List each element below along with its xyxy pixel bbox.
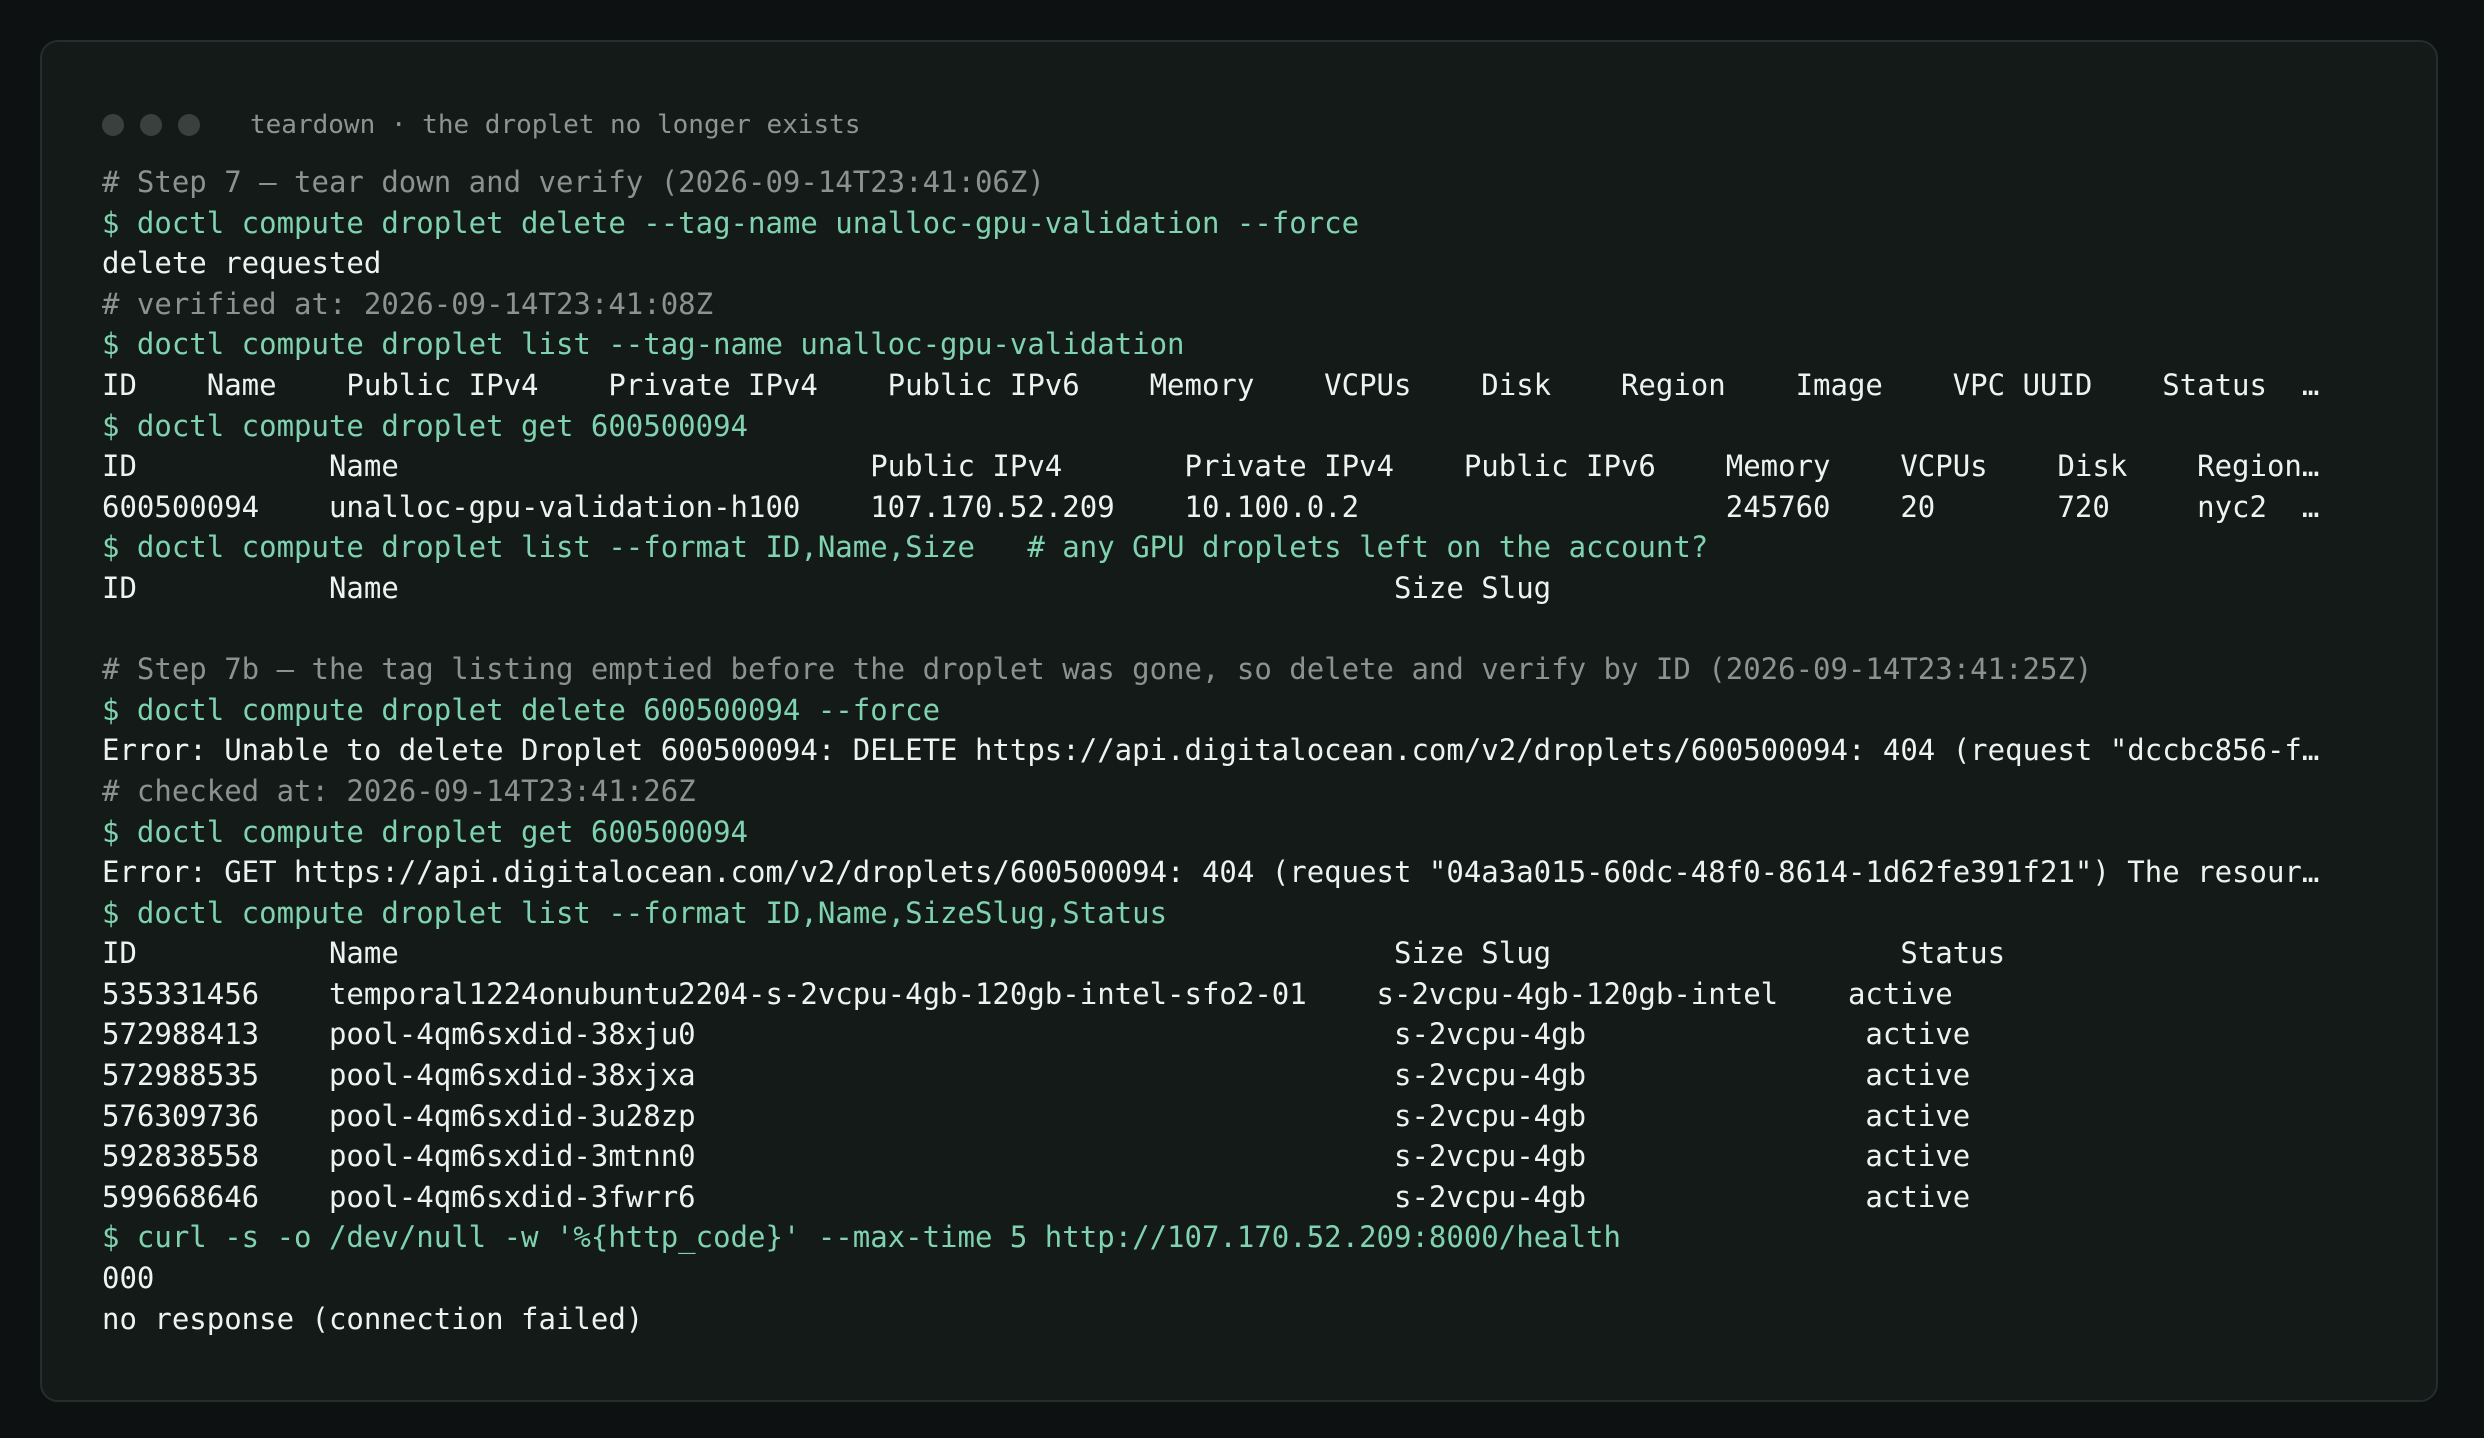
terminal-line-command: $ curl -s -o /dev/null -w '%{http_code}'…: [102, 1220, 1621, 1255]
terminal-line-command: $ doctl compute droplet list --format ID…: [102, 530, 1709, 565]
terminal-line-output: delete requested: [102, 246, 382, 281]
terminal-line-output: ID Name Size Slug Status: [102, 936, 2006, 971]
terminal-line-output: 600500094 unalloc-gpu-validation-h100 10…: [102, 489, 2328, 524]
terminal-line-output: ID Name Size Slug: [102, 570, 1552, 605]
terminal-line-output: 572988535 pool-4qm6sxdid-38xjxa s-2vcpu-…: [102, 1058, 1971, 1093]
terminal-line-command: $ doctl compute droplet get 600500094: [102, 408, 749, 443]
terminal-line-output: no response (connection failed): [102, 1301, 644, 1336]
zoom-dot-icon[interactable]: [178, 114, 200, 136]
terminal-line-output: ID Name Public IPv4 Private IPv4 Public …: [102, 449, 2328, 484]
window-title: teardown · the droplet no longer exists: [250, 110, 861, 140]
terminal-line-command: $ doctl compute droplet delete --tag-nam…: [102, 205, 1360, 240]
terminal-line-output: Error: GET https://api.digitalocean.com/…: [102, 855, 2328, 890]
terminal-line-command: $ doctl compute droplet list --format ID…: [102, 895, 1168, 930]
terminal-line-comment: # Step 7 — tear down and verify (2026-09…: [102, 165, 1045, 199]
minimize-dot-icon[interactable]: [140, 114, 162, 136]
terminal-line-output: 535331456 temporal1224onubuntu2204-s-2vc…: [102, 976, 1953, 1011]
terminal-line-output: 599668646 pool-4qm6sxdid-3fwrr6 s-2vcpu-…: [102, 1179, 1971, 1214]
terminal-line-output: ID Name Public IPv4 Private IPv4 Public …: [102, 367, 2328, 402]
terminal-line-command: $ doctl compute droplet delete 600500094…: [102, 692, 941, 727]
terminal-line-comment: # checked at: 2026-09-14T23:41:26Z: [102, 773, 696, 808]
terminal-line-output: 592838558 pool-4qm6sxdid-3mtnn0 s-2vcpu-…: [102, 1139, 1971, 1174]
close-dot-icon[interactable]: [102, 114, 124, 136]
terminal-line-output: 576309736 pool-4qm6sxdid-3u28zp s-2vcpu-…: [102, 1098, 1971, 1133]
title-bar: teardown · the droplet no longer exists: [102, 100, 860, 150]
terminal-line-output: 572988413 pool-4qm6sxdid-38xju0 s-2vcpu-…: [102, 1017, 1971, 1052]
terminal-line-output: Error: Unable to delete Droplet 60050009…: [102, 733, 2328, 768]
terminal-line-comment: # Step 7b — the tag listing emptied befo…: [102, 652, 2093, 687]
terminal-line-comment: # verified at: 2026-09-14T23:41:08Z: [102, 286, 714, 321]
terminal-line-output: 000: [102, 1261, 155, 1296]
terminal-line-command: $ doctl compute droplet list --tag-name …: [102, 327, 1185, 362]
terminal-window: teardown · the droplet no longer exists …: [40, 40, 2438, 1402]
terminal-output[interactable]: # Step 7 — tear down and verify (2026-09…: [102, 162, 2328, 1339]
terminal-line-command: $ doctl compute droplet get 600500094: [102, 814, 749, 849]
